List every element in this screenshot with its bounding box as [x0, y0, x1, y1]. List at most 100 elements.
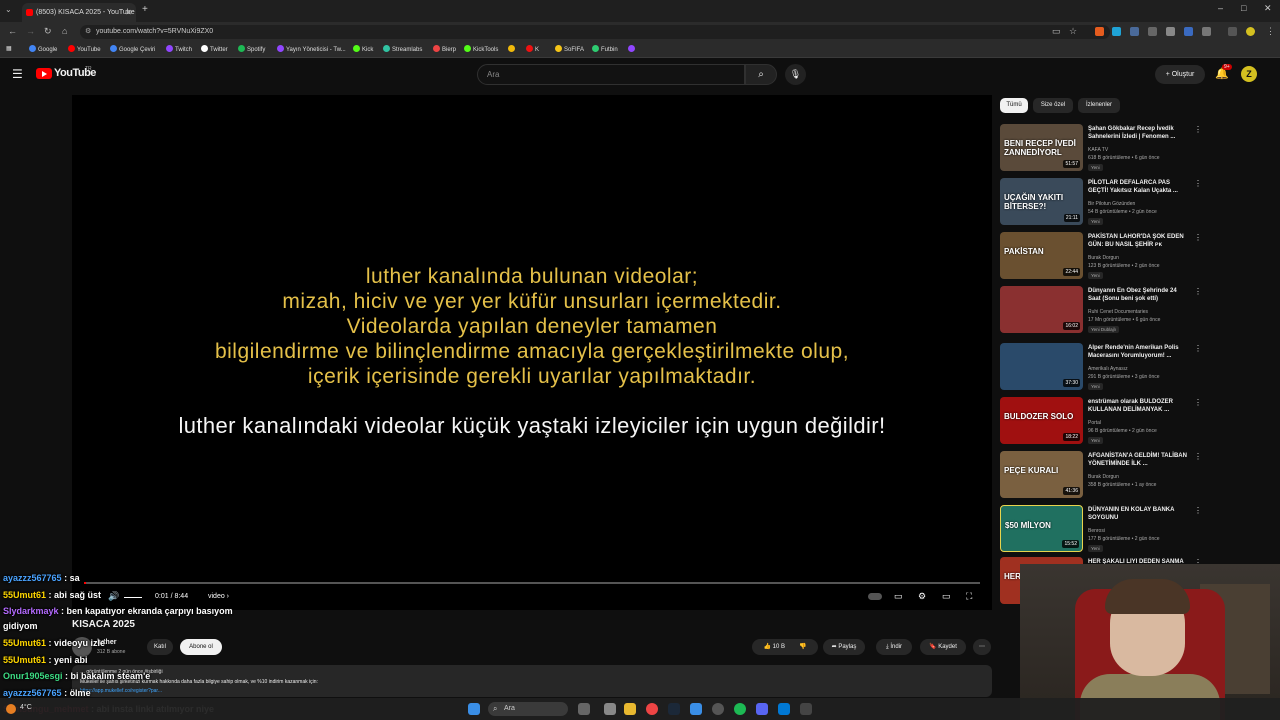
- description-box[interactable]: … görüntülenme 2 gün önce #işbirliği Mük…: [72, 665, 992, 697]
- recommended-channel[interactable]: Burak Dorgun: [1088, 474, 1119, 480]
- video-player[interactable]: luther kanalında bulunan videolar; mizah…: [72, 95, 992, 610]
- file-explorer-icon[interactable]: [604, 703, 616, 715]
- like-dislike-group[interactable]: 👍 10 B 👎: [752, 639, 818, 655]
- tab-close-icon[interactable]: ✕: [125, 3, 132, 22]
- create-button[interactable]: + Oluştur: [1155, 65, 1205, 84]
- recommended-video[interactable]: BULDOZER SOLO 18:22 enstrüman olarak BULDO…: [1000, 397, 1202, 447]
- recommended-channel[interactable]: Portal: [1088, 420, 1101, 426]
- app-icon[interactable]: [800, 703, 812, 715]
- volume-icon[interactable]: 🔊: [108, 591, 119, 602]
- recommended-title[interactable]: Dünyanın En Obez Şehrinde 24 Saat (Sonu …: [1088, 287, 1188, 303]
- video-thumbnail[interactable]: BULDOZER SOLO 18:22: [1000, 397, 1083, 444]
- spotify-icon[interactable]: [734, 703, 746, 715]
- download-button[interactable]: ⤓ İndir: [876, 639, 912, 655]
- recommended-title[interactable]: PAKİSTAN LAHOR'DA ŞOK EDEN GÜN: BU NASIL…: [1088, 233, 1188, 249]
- sidebar-icon[interactable]: [1228, 27, 1237, 36]
- bookmark-sofifa[interactable]: SoFIFA: [555, 45, 584, 53]
- tab-menu-icon[interactable]: ⌄: [5, 5, 12, 14]
- video-thumbnail[interactable]: 37:30: [1000, 343, 1083, 390]
- recommended-title[interactable]: Alper Rende'nin Amerikan Polis Macerasın…: [1088, 344, 1188, 360]
- chip-all[interactable]: Tümü: [1000, 98, 1028, 113]
- steam-icon[interactable]: [668, 703, 680, 715]
- autoplay-toggle[interactable]: [868, 593, 882, 600]
- bookmark-twitter[interactable]: Twitter: [201, 45, 228, 53]
- cast-icon[interactable]: ▭: [1052, 26, 1061, 37]
- chrome-icon[interactable]: [646, 703, 658, 715]
- recommended-video[interactable]: BENI RECEP İVEDİ ZANNEDİYORL 51:57 Şahan G…: [1000, 124, 1202, 174]
- close-window-icon[interactable]: ✕: [1264, 3, 1272, 14]
- recommended-video[interactable]: 16:02 Dünyanın En Obez Şehrinde 24 Saat (…: [1000, 286, 1202, 336]
- browser-tab[interactable]: (8503) KISACA 2025 - YouTube ✕: [22, 3, 136, 22]
- video-thumbnail[interactable]: PAKİSTAN 22:44: [1000, 232, 1083, 279]
- chapter-button[interactable]: video ›: [208, 593, 229, 600]
- bookmark-google-ceviri[interactable]: Google Çeviri: [110, 45, 155, 53]
- bookmark-streamlabs[interactable]: Streamlabs: [383, 45, 422, 53]
- more-options-icon[interactable]: ⋮: [1194, 452, 1202, 461]
- theater-mode-icon[interactable]: ▭: [942, 591, 951, 602]
- bookmark-kicktools[interactable]: KickTools: [464, 45, 498, 53]
- app-icon[interactable]: [778, 703, 790, 715]
- search-button[interactable]: ⌕: [745, 64, 777, 85]
- more-options-icon[interactable]: ⋮: [1194, 344, 1202, 353]
- obs-icon[interactable]: [712, 703, 724, 715]
- extensions-puzzle-icon[interactable]: [1202, 27, 1211, 36]
- more-options-icon[interactable]: ⋮: [1194, 125, 1202, 134]
- bookmark-k[interactable]: K: [526, 45, 539, 53]
- description-link[interactable]: https://app.mukellef.co/register?par...: [80, 688, 162, 694]
- bookmark-twitch[interactable]: Twitch: [166, 45, 192, 53]
- voice-search-button[interactable]: 🎙: [785, 64, 806, 85]
- chip-watched[interactable]: İzlenenler: [1078, 98, 1120, 113]
- weather-icon[interactable]: [6, 704, 16, 714]
- chip-for-you[interactable]: Size özel: [1033, 98, 1073, 113]
- bookmark-star-icon[interactable]: ☆: [1069, 26, 1077, 37]
- back-icon[interactable]: ←: [8, 26, 17, 36]
- apps-grid-icon[interactable]: ▦: [6, 45, 12, 52]
- browser-menu-icon[interactable]: ⋮: [1266, 26, 1275, 37]
- bookmark-yayin-yoneticisi[interactable]: Yayın Yöneticisi - Tw...: [277, 45, 346, 53]
- save-button[interactable]: 🔖 Kaydet: [920, 639, 966, 655]
- recommended-video[interactable]: $50 MİLYON 15:52 DÜNYANIN EN KOLAY BANKA S…: [1000, 505, 1202, 555]
- maximize-icon[interactable]: □: [1241, 3, 1246, 13]
- recommended-title[interactable]: enstrüman olarak BULDOZER KULLANAN DELİM…: [1088, 398, 1188, 414]
- recommended-video[interactable]: PEÇE KURALI 41:36 AFGANİSTAN'A GELDİM! TAL…: [1000, 451, 1202, 501]
- bookmark-spotify[interactable]: Spotify: [238, 45, 265, 53]
- account-avatar[interactable]: Z: [1241, 66, 1257, 82]
- recommended-channel[interactable]: Benrosi: [1088, 528, 1105, 534]
- more-options-icon[interactable]: ⋮: [1194, 287, 1202, 296]
- video-thumbnail[interactable]: PEÇE KURALI 41:36: [1000, 451, 1083, 498]
- taskbar-search[interactable]: ⌕ Ara: [488, 702, 568, 716]
- more-actions-icon[interactable]: ⋯: [973, 639, 991, 655]
- video-thumbnail[interactable]: 16:02: [1000, 286, 1083, 333]
- profile-avatar-icon[interactable]: [1246, 27, 1255, 36]
- windows-start-icon[interactable]: [468, 703, 480, 715]
- recommended-title[interactable]: AFGANİSTAN'A GELDİM! TALİBAN YÖNETİMİNDE…: [1088, 452, 1188, 468]
- minimize-icon[interactable]: –: [1218, 3, 1223, 13]
- bookmark-google[interactable]: Google: [29, 45, 57, 53]
- hamburger-menu-icon[interactable]: ☰: [12, 67, 23, 81]
- new-tab-icon[interactable]: +: [142, 4, 148, 15]
- reload-icon[interactable]: ↻: [44, 26, 52, 37]
- recommended-channel[interactable]: Ruhi Cenet Documentaries: [1088, 309, 1148, 315]
- extension-icon[interactable]: [1112, 27, 1121, 36]
- video-thumbnail[interactable]: $50 MİLYON 15:52: [1000, 505, 1083, 552]
- video-thumbnail[interactable]: BENI RECEP İVEDİ ZANNEDİYORL 51:57: [1000, 124, 1083, 171]
- extension-icon[interactable]: [1095, 27, 1104, 36]
- video-thumbnail[interactable]: UÇAĞIN YAKITI BİTERSE?! 21:11: [1000, 178, 1083, 225]
- progress-bar[interactable]: [84, 582, 980, 584]
- recommended-channel[interactable]: KAFA TV: [1088, 147, 1108, 153]
- folder-icon[interactable]: [624, 703, 636, 715]
- join-button[interactable]: Katıl: [147, 639, 173, 655]
- recommended-video[interactable]: 37:30 Alper Rende'nin Amerikan Polis Mace…: [1000, 343, 1202, 393]
- recommended-video[interactable]: PAKİSTAN 22:44 PAKİSTAN LAHOR'DA ŞOK EDEN …: [1000, 232, 1202, 282]
- settings-gear-icon[interactable]: ⚙: [918, 591, 926, 602]
- url-field[interactable]: ⚙ youtube.com/watch?v=5RVNuXi9ZX0: [80, 25, 1110, 39]
- more-options-icon[interactable]: ⋮: [1194, 179, 1202, 188]
- extension-icon[interactable]: [1130, 27, 1139, 36]
- bookmark-bierp[interactable]: Bierp: [433, 45, 456, 53]
- more-options-icon[interactable]: ⋮: [1194, 398, 1202, 407]
- bookmark-youtube[interactable]: YouTube: [68, 45, 101, 53]
- site-info-icon[interactable]: ⚙: [85, 25, 91, 39]
- subscribe-button[interactable]: Abone ol: [180, 639, 222, 655]
- fullscreen-icon[interactable]: ⛶: [966, 591, 972, 602]
- bookmark-futbin[interactable]: Futbin: [592, 45, 618, 53]
